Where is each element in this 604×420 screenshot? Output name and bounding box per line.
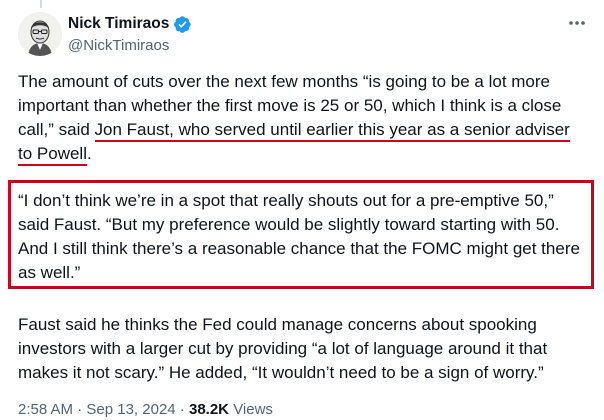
avatar[interactable]	[18, 12, 62, 56]
tweet-paragraph-1: The amount of cuts over the next few mon…	[18, 70, 588, 166]
highlighted-adviser-text: Jon Faust, who served until earlier this…	[18, 120, 570, 166]
thread-connector-line	[40, 0, 42, 8]
author-handle[interactable]: @NickTimiraos	[68, 36, 192, 56]
avatar-illustration	[18, 12, 62, 56]
tweet-author: Nick Timiraos @NickTimiraos	[68, 14, 192, 56]
tweet-paragraph-2-quote: “I don’t think we’re in a spot that real…	[18, 191, 580, 282]
more-options-icon[interactable]	[564, 12, 590, 34]
tweet-paragraph-3: Faust said he thinks the Fed could manag…	[18, 315, 548, 382]
paragraph-1-end: .	[86, 144, 92, 163]
author-name[interactable]: Nick Timiraos	[68, 14, 169, 34]
tweet-metadata: 2:58 AM · Sep 13, 2024 · 38.2K Views	[18, 401, 273, 418]
verified-badge-icon	[173, 15, 192, 34]
